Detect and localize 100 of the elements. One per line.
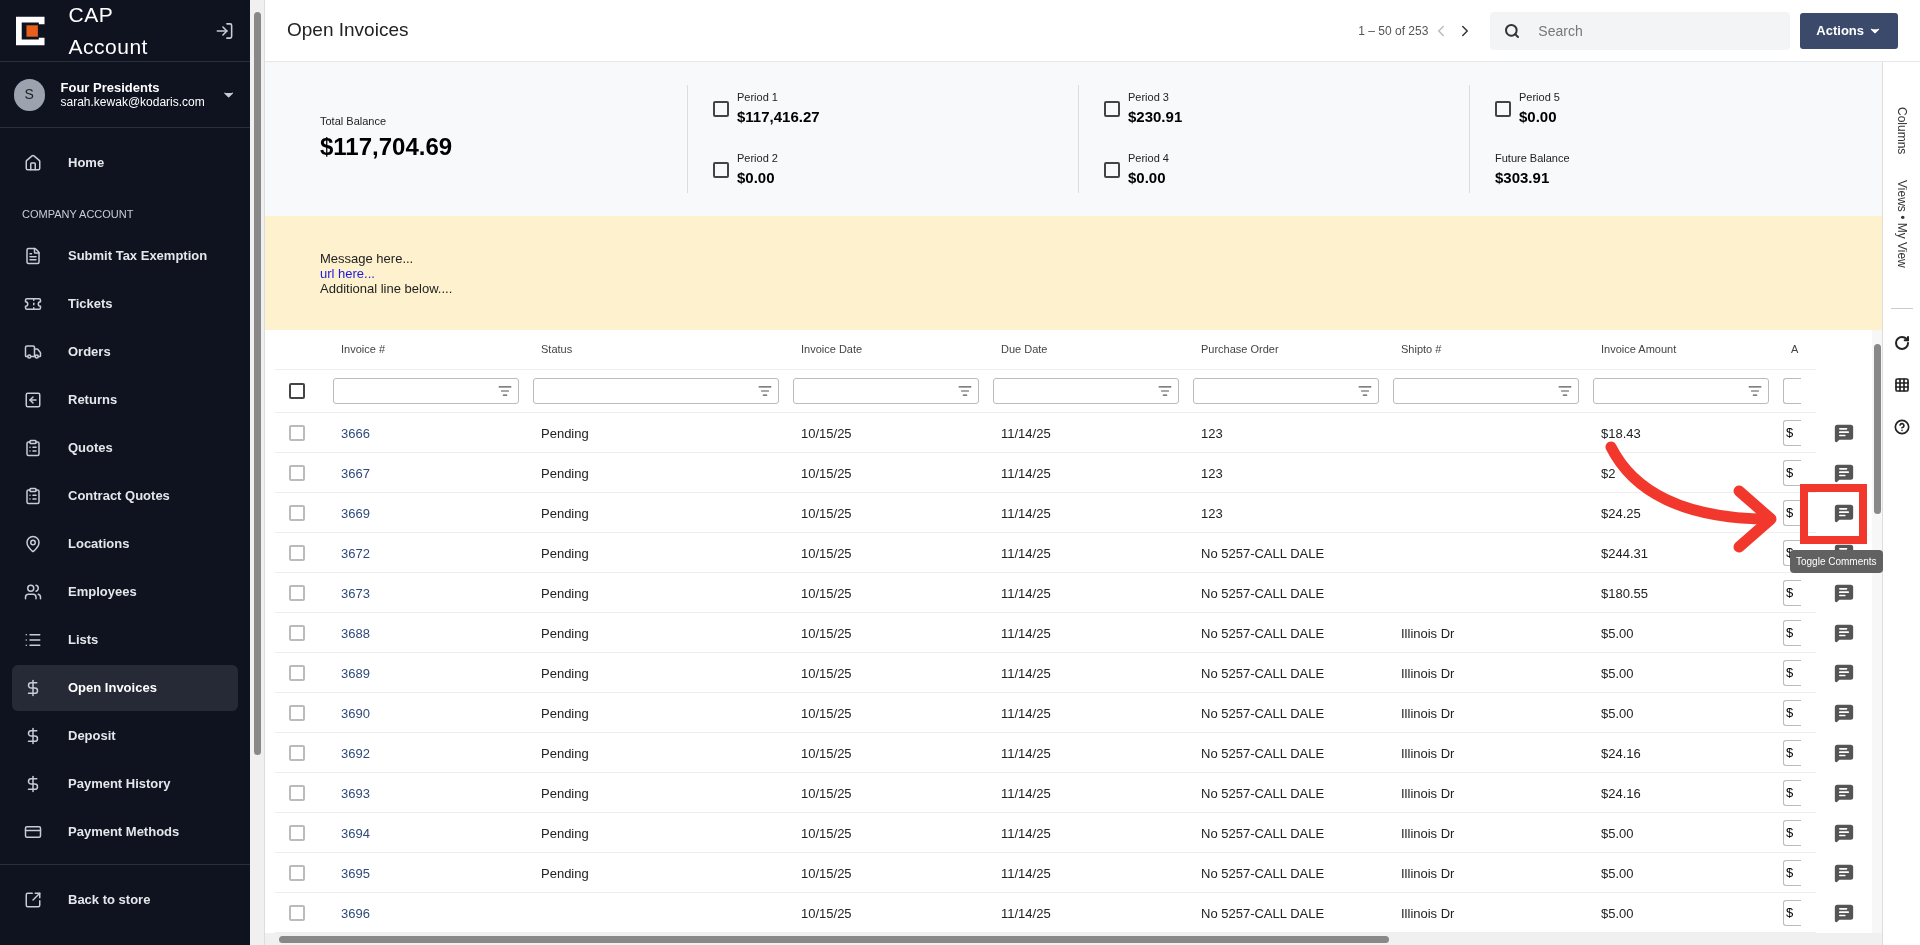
invoice-link[interactable]: 3673 [341,585,370,601]
invoice-link[interactable]: 3667 [341,465,370,481]
comment-icon[interactable] [1834,823,1854,843]
checkbox[interactable] [289,824,305,841]
table-cell: 11/14/25 [1001,745,1051,761]
invoice-link[interactable]: 3695 [341,865,370,881]
amount-field[interactable]: $ [1783,779,1801,806]
column-header[interactable]: Shipto # [1387,341,1587,358]
scrollbar-thumb[interactable] [253,12,261,755]
comment-icon[interactable] [1834,463,1854,483]
amount-field[interactable]: $ [1783,459,1801,486]
comment-icon[interactable] [1834,583,1854,603]
amount-field[interactable]: $ [1783,499,1801,526]
column-header[interactable]: Due Date [987,341,1187,358]
sidebar-item[interactable]: Contract Quotes [12,472,238,519]
amount-field[interactable]: $ [1783,899,1801,926]
actions-button[interactable]: Actions [1800,12,1898,49]
checkbox[interactable] [289,704,305,721]
table-icon[interactable] [1893,377,1910,394]
message-link[interactable]: url here... [320,265,375,281]
checkbox[interactable] [1495,100,1511,117]
scrollbar-thumb[interactable] [1873,344,1881,514]
filter-field[interactable] [793,378,979,404]
comment-icon[interactable] [1834,743,1854,763]
comment-icon[interactable] [1834,623,1854,643]
invoice-link[interactable]: 3693 [341,785,370,801]
invoice-link[interactable]: 3666 [341,425,370,441]
comment-icon[interactable] [1834,503,1854,523]
sidebar-item[interactable]: Deposit [12,712,238,759]
filter-field[interactable] [333,378,519,404]
search-field[interactable]: Search [1490,11,1791,50]
amount-field[interactable]: $ [1783,699,1801,726]
checkbox[interactable] [713,161,729,178]
sidebar-item[interactable]: Payment History [12,760,238,807]
filter-field[interactable] [1593,378,1769,404]
checkbox[interactable] [289,864,305,881]
sidebar-item[interactable]: Locations [12,520,238,567]
comment-icon[interactable] [1834,863,1854,883]
sidebar-item[interactable]: Open Invoices [12,664,238,711]
filter-field[interactable] [1193,378,1379,404]
checkbox[interactable] [289,584,305,601]
filter-field[interactable] [1393,378,1579,404]
checkbox[interactable] [289,784,305,801]
checkbox[interactable] [289,624,305,641]
sidebar-item[interactable]: Lists [12,616,238,663]
checkbox[interactable] [1104,161,1120,178]
amount-field[interactable]: $ [1783,659,1801,686]
checkbox[interactable] [289,464,305,481]
invoice-link[interactable]: 3694 [341,825,370,841]
checkbox[interactable] [713,100,729,117]
checkbox[interactable] [1104,100,1120,117]
logout-icon[interactable] [215,20,234,41]
checkbox[interactable] [289,904,305,921]
comment-icon[interactable] [1834,783,1854,803]
sidebar-item[interactable]: Back to store [12,877,238,923]
comment-icon[interactable] [1834,663,1854,683]
checkbox[interactable] [289,664,305,681]
sidebar-item[interactable]: Employees [12,568,238,615]
filter-field[interactable] [993,378,1179,404]
views-tab[interactable]: Views • My View [1892,180,1911,269]
amount-field[interactable]: $ [1783,419,1801,446]
invoice-link[interactable]: 3689 [341,665,370,681]
refresh-icon[interactable] [1893,335,1910,352]
invoice-link[interactable]: 3690 [341,705,370,721]
comment-icon[interactable] [1834,703,1854,723]
column-header[interactable]: A [1777,341,1817,358]
sidebar-item[interactable]: Returns [12,376,238,423]
amount-field[interactable]: $ [1783,739,1801,766]
checkbox[interactable] [289,544,305,561]
invoice-link[interactable]: 3696 [341,905,370,921]
help-icon[interactable] [1893,419,1910,436]
invoice-link[interactable]: 3669 [341,505,370,521]
checkbox[interactable] [289,424,305,441]
column-header[interactable]: Invoice Date [787,341,987,358]
columns-tab[interactable]: Columns [1892,107,1911,155]
column-header[interactable]: Purchase Order [1187,341,1387,358]
comment-icon[interactable] [1834,903,1854,923]
sidebar-item[interactable]: Quotes [12,424,238,471]
column-header[interactable]: Invoice Amount [1587,341,1777,358]
amount-field[interactable]: $ [1783,819,1801,846]
filter-field[interactable] [533,378,779,404]
comment-icon[interactable] [1834,423,1854,443]
invoice-link[interactable]: 3692 [341,745,370,761]
invoice-link[interactable]: 3688 [341,625,370,641]
invoice-link[interactable]: 3672 [341,545,370,561]
sidebar-item[interactable]: Home [12,140,238,186]
checkbox[interactable] [289,383,305,399]
amount-field[interactable]: $ [1783,619,1801,646]
filter-field[interactable] [1783,378,1801,404]
amount-field[interactable]: $ [1783,859,1801,886]
column-header[interactable]: Invoice # [327,341,527,358]
sidebar-item[interactable]: Orders [12,328,238,375]
amount-field[interactable]: $ [1783,579,1801,606]
checkbox[interactable] [289,744,305,761]
column-header[interactable]: Status [527,341,787,358]
sidebar-item[interactable]: Tickets [12,280,238,327]
checkbox[interactable] [289,504,305,521]
sidebar-item[interactable]: Submit Tax Exemption [12,232,238,279]
scrollbar-thumb[interactable] [279,935,1389,943]
sidebar-item[interactable]: Payment Methods [12,808,238,855]
